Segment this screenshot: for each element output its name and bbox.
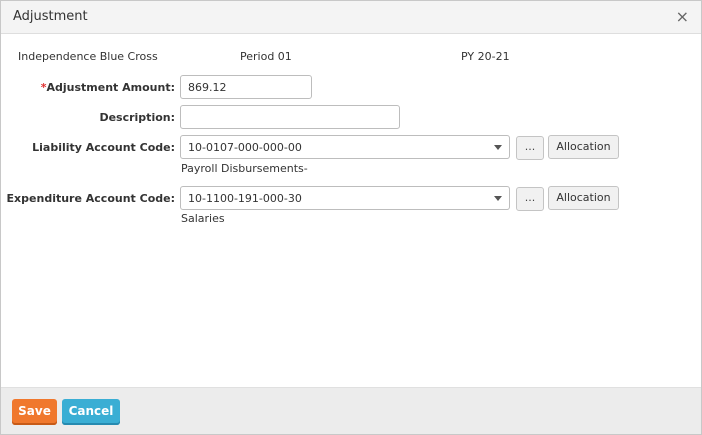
adjustment-dialog: Adjustment × Independence Blue Cross Per… — [0, 0, 702, 435]
close-icon[interactable]: × — [676, 8, 689, 26]
period-label: Period 01 — [240, 50, 292, 63]
expenditure-account-label: Expenditure Account Code: — [6, 192, 175, 205]
expenditure-account-select[interactable]: 10-1100-191-000-30 — [180, 186, 510, 210]
description-label: Description: — [99, 111, 175, 124]
expenditure-account-description: Salaries — [181, 212, 225, 225]
expenditure-account-lookup-button[interactable]: ... — [516, 187, 544, 211]
liability-account-value: 10-0107-000-000-00 — [188, 141, 302, 154]
liability-account-label: Liability Account Code: — [32, 141, 175, 154]
liability-account-select[interactable]: 10-0107-000-000-00 — [180, 135, 510, 159]
description-input[interactable] — [180, 105, 400, 129]
adjustment-amount-label-text: Adjustment Amount: — [46, 81, 176, 94]
save-button[interactable]: Save — [12, 399, 57, 425]
liability-allocation-button[interactable]: Allocation — [548, 135, 619, 159]
vendor-name: Independence Blue Cross — [18, 50, 158, 63]
dialog-titlebar: Adjustment × — [1, 1, 701, 34]
plan-year-label: PY 20-21 — [461, 50, 510, 63]
expenditure-allocation-button[interactable]: Allocation — [548, 186, 619, 210]
dialog-title: Adjustment — [13, 9, 88, 24]
adjustment-amount-input[interactable] — [180, 75, 312, 99]
liability-account-description: Payroll Disbursements- — [181, 162, 308, 175]
adjustment-amount-label: *Adjustment Amount: — [41, 81, 175, 94]
chevron-down-icon[interactable] — [494, 145, 502, 150]
dialog-footer: Save Cancel — [1, 387, 701, 434]
cancel-button[interactable]: Cancel — [62, 399, 120, 425]
expenditure-account-value: 10-1100-191-000-30 — [188, 192, 302, 205]
chevron-down-icon[interactable] — [494, 196, 502, 201]
liability-account-lookup-button[interactable]: ... — [516, 136, 544, 160]
